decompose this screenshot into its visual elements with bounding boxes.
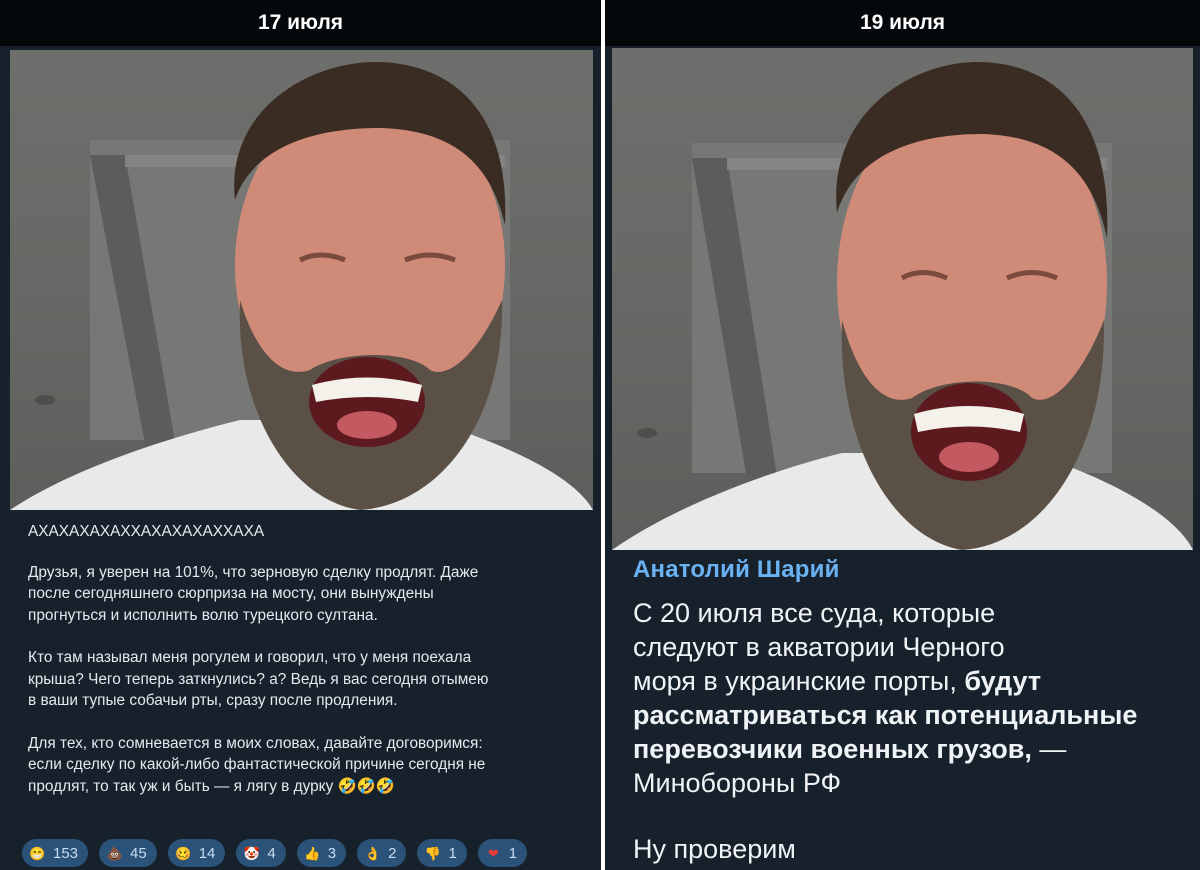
quote-plain-text: С 20 июля все суда, которые следуют в ак…: [633, 598, 1005, 696]
message-paragraph: Друзья, я уверен на 101%, что зерновую с…: [28, 563, 479, 624]
post-photo[interactable]: [612, 48, 1193, 550]
left-post-panel: 17 июля АХАХАХАХАХХАХАХАХАХХАХА Друзья, …: [0, 0, 601, 870]
clown-emoji-icon: 🤡: [243, 845, 260, 861]
ok-hand-emoji-icon: 👌: [364, 845, 381, 861]
reaction-clown[interactable]: 🤡 4: [236, 839, 286, 867]
reaction-count: 14: [198, 844, 216, 862]
reaction-thumbs-down[interactable]: 👎 1: [417, 839, 467, 867]
reaction-count: 3: [327, 844, 337, 862]
message-paragraph: Для тех, кто сомневается в моих словах, …: [28, 734, 486, 795]
message-paragraph: Кто там называл меня рогулем и говорил, …: [28, 649, 489, 709]
reaction-ok-hand[interactable]: 👌 2: [357, 839, 407, 867]
reaction-heart[interactable]: ❤ 1: [477, 839, 528, 867]
reaction-count: 45: [130, 844, 147, 862]
reaction-count: 153: [53, 844, 79, 862]
thumbs-down-emoji-icon: 👎: [424, 845, 442, 861]
date-header: 17 июля: [0, 0, 601, 46]
post-photo[interactable]: [10, 50, 593, 510]
date-header: 19 июля: [605, 0, 1200, 46]
forwarded-quote: Анатолий Шарий С 20 июля все суда, котор…: [633, 556, 1193, 800]
heart-emoji-icon: ❤: [487, 845, 499, 861]
message-paragraph: АХАХАХАХАХХАХАХАХАХХАХА: [28, 523, 265, 540]
footer-comment: Ну проверим: [633, 834, 796, 864]
reaction-count: 4: [267, 844, 276, 862]
woozy-face-emoji-icon: 🥴: [175, 845, 192, 861]
reaction-count: 1: [448, 844, 457, 862]
right-post-panel: 19 июля Анатолий Шарий С 20 июля все суд…: [605, 0, 1200, 870]
laughing-man-photo: [612, 61, 1193, 550]
reaction-count: 1: [508, 844, 518, 862]
reaction-woozy[interactable]: 🥴 14: [167, 839, 226, 867]
quote-author-link[interactable]: Анатолий Шарий: [633, 556, 1193, 584]
grin-emoji-icon: 😁: [29, 845, 46, 861]
reactions-bar: 😁 153 💩 45 🥴 14 🤡 4 👍 3 👌 2 👎 1 ❤ 1: [22, 839, 528, 869]
message-text: АХАХАХАХАХХАХАХАХАХХАХА Друзья, я уверен…: [28, 521, 588, 818]
reaction-thumbs-up[interactable]: 👍 3: [296, 839, 347, 867]
thumbs-up-emoji-icon: 👍: [304, 845, 321, 861]
laughing-man-photo: [10, 61, 593, 510]
reaction-grin[interactable]: 😁 153: [22, 839, 89, 867]
reaction-count: 2: [388, 844, 397, 862]
reaction-poop[interactable]: 💩 45: [99, 839, 157, 867]
poop-emoji-icon: 💩: [106, 845, 123, 861]
quote-text: С 20 июля все суда, которые следуют в ак…: [633, 596, 1193, 800]
